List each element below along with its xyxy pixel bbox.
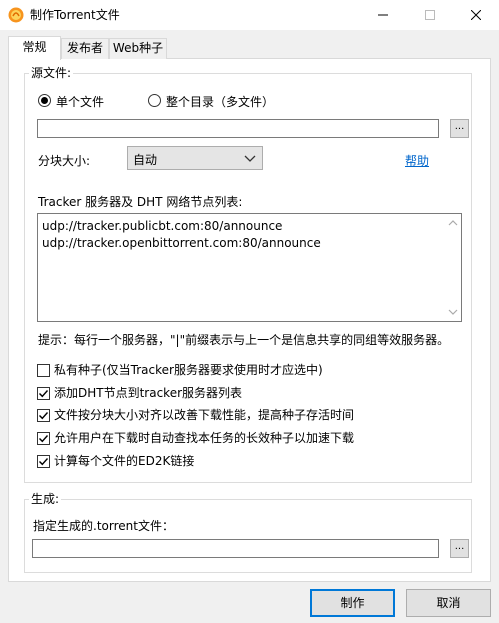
- source-group-label: 源文件:: [29, 66, 74, 80]
- tracker-line: udp://tracker.publicbt.com:80/announce: [42, 219, 283, 233]
- auto-find-seeds-checkbox[interactable]: [37, 432, 50, 445]
- cancel-button[interactable]: 取消: [406, 589, 491, 617]
- checkmark-icon: [39, 390, 49, 398]
- align-pieces-label[interactable]: 文件按分块大小对齐以改善下载性能，提高种子存活时间: [54, 408, 354, 422]
- checkmark-icon: [39, 412, 49, 420]
- create-button[interactable]: 制作: [310, 589, 395, 617]
- checkmark-icon: [39, 435, 49, 443]
- app-icon: [8, 7, 24, 23]
- close-button[interactable]: [453, 0, 499, 30]
- scroll-up-icon[interactable]: [446, 217, 460, 231]
- radio-single-file[interactable]: [38, 94, 51, 107]
- piece-size-value: 自动: [133, 153, 158, 167]
- tracker-list-label: Tracker 服务器及 DHT 网络节点列表:: [38, 195, 243, 209]
- auto-find-seeds-label[interactable]: 允许用户在下载时自动查找本任务的长效种子以加速下载: [54, 431, 354, 445]
- tab-general[interactable]: 常规: [8, 36, 61, 60]
- radio-whole-directory-label[interactable]: 整个目录（多文件）: [166, 93, 274, 110]
- align-pieces-checkbox[interactable]: [37, 409, 50, 422]
- minimize-button[interactable]: [360, 0, 406, 30]
- close-icon: [471, 10, 481, 20]
- ed2k-links-checkbox[interactable]: [37, 455, 50, 468]
- piece-size-label: 分块大小:: [38, 154, 91, 168]
- chevron-down-icon: [244, 153, 256, 163]
- output-group-label: 生成:: [29, 492, 62, 506]
- tracker-hint-text: 提示：每行一个服务器，"|"前缀表示与上一个是信息共享的同组等效服务器。: [38, 333, 450, 347]
- window-title: 制作Torrent文件: [30, 8, 120, 22]
- add-dht-nodes-checkbox[interactable]: [37, 387, 50, 400]
- browse-source-button[interactable]: ...: [450, 119, 469, 138]
- maximize-icon: [425, 10, 435, 20]
- scroll-down-icon[interactable]: [446, 306, 460, 320]
- output-file-label: 指定生成的.torrent文件：: [33, 519, 174, 533]
- minimize-icon: [378, 14, 388, 16]
- maximize-button[interactable]: [407, 0, 453, 30]
- radio-whole-directory[interactable]: [148, 94, 161, 107]
- checkmark-icon: [39, 458, 49, 466]
- help-link[interactable]: 帮助: [405, 152, 429, 169]
- private-torrent-checkbox[interactable]: [37, 364, 50, 377]
- add-dht-nodes-label[interactable]: 添加DHT节点到tracker服务器列表: [54, 386, 242, 400]
- source-path-input[interactable]: [37, 119, 439, 138]
- ed2k-links-label[interactable]: 计算每个文件的ED2K链接: [54, 454, 194, 468]
- radio-single-file-label[interactable]: 单个文件: [56, 93, 104, 110]
- tab-publisher[interactable]: 发布者: [61, 38, 109, 59]
- browse-output-button[interactable]: ...: [450, 539, 469, 558]
- output-groupbox: [24, 499, 472, 573]
- tab-webseed[interactable]: Web种子: [109, 38, 167, 59]
- private-torrent-label[interactable]: 私有种子(仅当Tracker服务器要求使用时才应选中): [54, 363, 323, 377]
- tracker-line: udp://tracker.openbittorrent.com:80/anno…: [42, 236, 321, 250]
- output-path-input[interactable]: [32, 539, 439, 558]
